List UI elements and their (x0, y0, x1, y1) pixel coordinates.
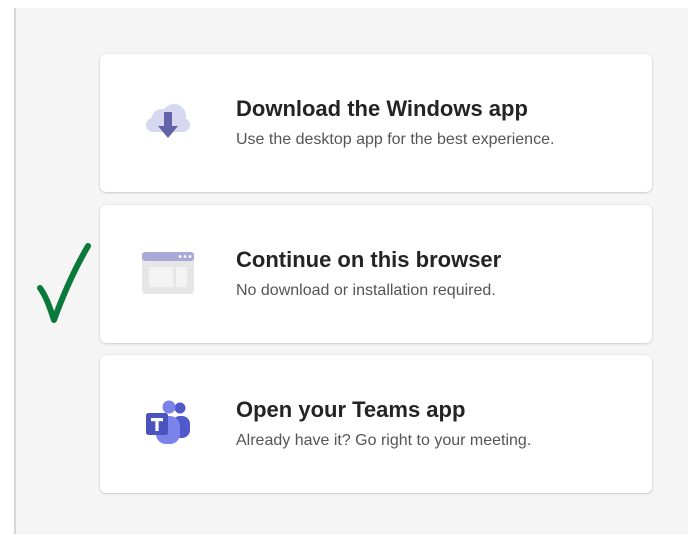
download-windows-app-option[interactable]: Download the Windows app Use the desktop… (100, 54, 652, 192)
option-title: Continue on this browser (236, 247, 502, 272)
checkmark-icon (30, 236, 100, 333)
browser-window-icon (140, 247, 196, 299)
teams-icon (140, 397, 196, 449)
continue-on-browser-option[interactable]: Continue on this browser No download or … (100, 205, 652, 343)
open-teams-app-option[interactable]: Open your Teams app Already have it? Go … (100, 355, 652, 493)
option-subtitle: Already have it? Go right to your meetin… (236, 432, 532, 449)
option-subtitle: Use the desktop app for the best experie… (236, 131, 555, 148)
option-title: Open your Teams app (236, 397, 466, 422)
option-subtitle: No download or installation required. (236, 282, 496, 299)
option-title: Download the Windows app (236, 96, 528, 121)
cloud-download-icon (140, 96, 196, 148)
